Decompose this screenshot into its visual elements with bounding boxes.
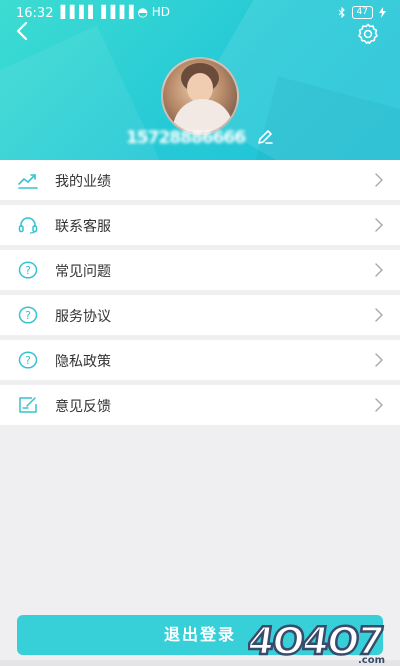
- feedback-icon: [19, 397, 37, 413]
- site-watermark-logo: 4O4O7 .com: [248, 619, 386, 666]
- chevron-right-icon: [375, 308, 383, 322]
- back-arrow-icon: [16, 21, 28, 41]
- status-signal: ▐▐▐▐ ▐▐▐▐ ◓ HD: [56, 5, 171, 19]
- pencil-icon: [258, 130, 273, 144]
- menu-item-label: 联系客服: [55, 219, 111, 235]
- menu-item-label: 隐私政策: [55, 354, 111, 370]
- menu-item-label: 意见反馈: [55, 399, 111, 415]
- svg-text:?: ?: [25, 309, 31, 322]
- status-time: 16:32: [16, 6, 54, 21]
- bluetooth-icon: [338, 7, 345, 18]
- menu-item-label: 服务协议: [55, 309, 111, 325]
- menu-item-label: 常见问题: [55, 264, 111, 280]
- menu-item-feedback[interactable]: 意见反馈: [0, 385, 400, 425]
- headset-icon: [18, 217, 38, 234]
- question-icon: ?: [18, 261, 38, 279]
- avatar[interactable]: [161, 57, 239, 135]
- svg-text:?: ?: [25, 264, 31, 277]
- menu-item-performance[interactable]: 我的业绩: [0, 160, 400, 200]
- menu-item-faq[interactable]: ? 常见问题: [0, 250, 400, 290]
- chevron-right-icon: [375, 263, 383, 277]
- phone-row: 15728886666: [0, 128, 400, 148]
- chevron-right-icon: [375, 218, 383, 232]
- phone-number: 15728886666: [125, 128, 246, 148]
- back-button[interactable]: [12, 20, 34, 42]
- menu-item-label: 我的业绩: [55, 174, 111, 190]
- menu-item-service-agreement[interactable]: ? 服务协议: [0, 295, 400, 335]
- charging-icon: [379, 7, 386, 18]
- profile-header: 16:32 ▐▐▐▐ ▐▐▐▐ ◓ HD 47 15728886666: [0, 0, 400, 160]
- svg-text:.com: .com: [358, 655, 385, 666]
- menu-item-customer-service[interactable]: 联系客服: [0, 205, 400, 245]
- gear-icon: [358, 23, 378, 44]
- status-bar: 16:32 ▐▐▐▐ ▐▐▐▐ ◓ HD 47: [0, 4, 400, 26]
- question-icon: ?: [18, 351, 38, 369]
- settings-button[interactable]: [356, 22, 380, 46]
- status-right: 47: [338, 6, 386, 19]
- svg-text:?: ?: [25, 354, 31, 367]
- chevron-right-icon: [375, 398, 383, 412]
- battery-indicator: 47: [351, 6, 373, 19]
- trend-chart-icon: [18, 174, 38, 189]
- menu-list: 我的业绩 联系客服 ? 常见问题 ? 服务协议 ? 隐私政策 意见反馈: [0, 160, 400, 430]
- edit-profile-button[interactable]: [256, 128, 274, 146]
- menu-item-privacy-policy[interactable]: ? 隐私政策: [0, 340, 400, 380]
- chevron-right-icon: [375, 173, 383, 187]
- chevron-right-icon: [375, 353, 383, 367]
- question-icon: ?: [18, 306, 38, 324]
